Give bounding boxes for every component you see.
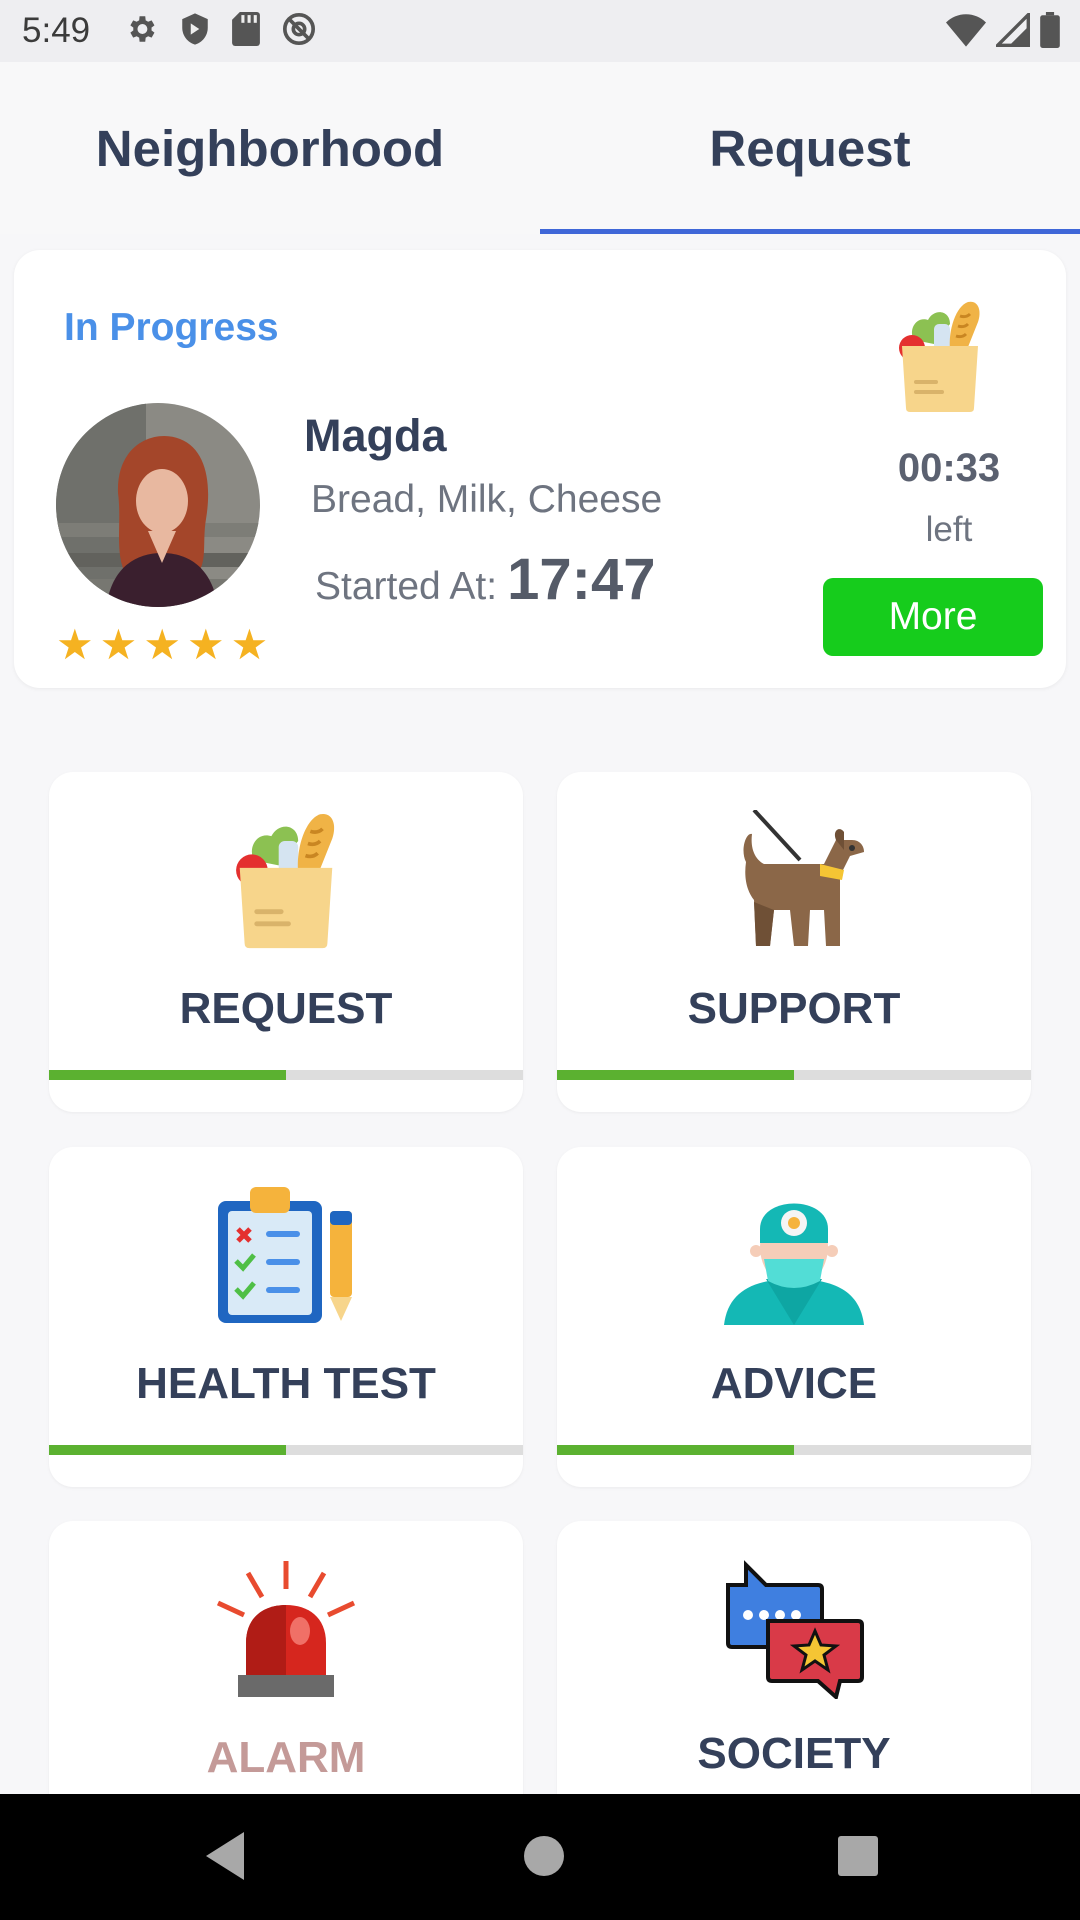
wifi-icon <box>946 13 986 52</box>
sd-card-icon <box>232 11 260 51</box>
progress-bar <box>557 1445 1031 1455</box>
doctor-icon <box>724 1185 864 1330</box>
requester-name: Magda <box>304 410 447 461</box>
star-icon: ★ <box>56 621 94 668</box>
navigation-bar <box>0 1794 1080 1920</box>
avatar <box>56 403 260 607</box>
siren-icon <box>216 1559 356 1704</box>
star-icon: ★ <box>99 621 138 668</box>
status-time: 5:49 <box>22 11 91 50</box>
clipboard-checklist-icon <box>216 1185 356 1330</box>
status-label: In Progress <box>64 306 279 349</box>
started-at: Started At: 17:47 <box>315 546 655 613</box>
active-request-card: In Progress ★ ★ ★ ★ ★ Magda Bread, Milk,… <box>14 250 1066 688</box>
category-label: ALARM <box>206 1733 366 1782</box>
started-time: 17:47 <box>507 547 656 612</box>
progress-bar <box>557 1070 1031 1080</box>
rating-stars: ★ ★ ★ ★ ★ <box>56 624 268 666</box>
progress-bar <box>49 1445 523 1455</box>
guide-dog-icon <box>724 808 864 955</box>
tab-bar: Neighborhood Request <box>0 62 1080 234</box>
star-icon: ★ <box>230 621 269 668</box>
category-label: HEALTH TEST <box>136 1359 436 1408</box>
tab-request[interactable]: Request <box>540 62 1080 234</box>
back-icon[interactable] <box>200 1828 250 1889</box>
request-items: Bread, Milk, Cheese <box>311 478 663 521</box>
battery-icon <box>1040 12 1060 53</box>
recents-icon[interactable] <box>830 1828 886 1889</box>
time-left: 00:33 <box>897 446 1001 490</box>
progress-bar <box>49 1070 523 1080</box>
tab-neighborhood[interactable]: Neighborhood <box>0 62 540 234</box>
more-button[interactable]: More <box>823 578 1043 656</box>
status-bar: 5:49 <box>0 0 1080 62</box>
time-left-label: left <box>925 510 973 549</box>
category-label: SOCIETY <box>697 1729 891 1778</box>
category-tile-support[interactable]: SUPPORT <box>557 772 1031 1112</box>
category-tile-health-test[interactable]: HEALTH TEST <box>49 1147 523 1487</box>
grocery-bag-icon <box>894 300 986 417</box>
signal-icon <box>993 10 1030 52</box>
category-tile-request[interactable]: REQUEST <box>49 772 523 1112</box>
at-sign-icon <box>282 12 316 51</box>
category-label: REQUEST <box>179 984 393 1033</box>
category-label: SUPPORT <box>687 984 901 1033</box>
grocery-bag-icon <box>230 810 342 955</box>
shield-icon <box>180 12 210 51</box>
home-icon[interactable] <box>516 1828 572 1889</box>
started-label: Started At: <box>315 565 498 608</box>
category-tile-advice[interactable]: ADVICE <box>557 1147 1031 1487</box>
chat-bubbles-icon <box>724 1559 864 1704</box>
category-label: ADVICE <box>710 1359 878 1408</box>
star-icon: ★ <box>186 621 225 668</box>
gear-icon <box>124 12 158 51</box>
star-icon: ★ <box>143 621 181 668</box>
